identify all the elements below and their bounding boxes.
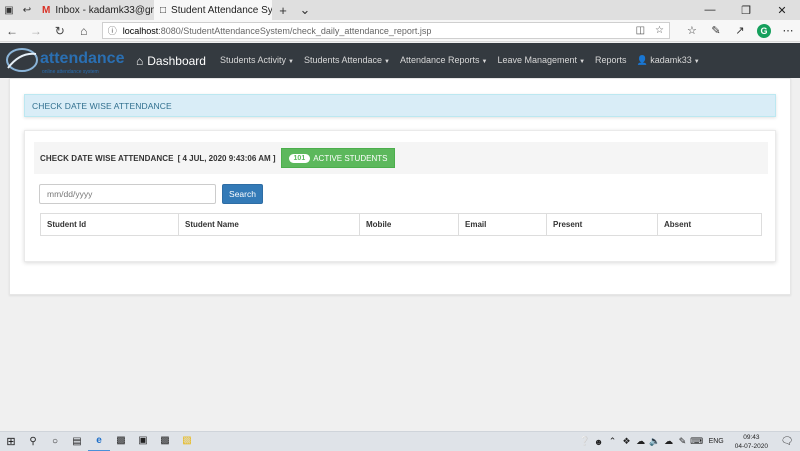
home-icon: ⌂ xyxy=(136,53,144,68)
network-icon[interactable]: ☁ xyxy=(662,436,676,447)
gmail-icon: M xyxy=(42,4,51,16)
active-students-label: ACTIVE STUDENTS xyxy=(313,153,388,163)
page-icon: □ xyxy=(160,4,167,16)
col-present: Present xyxy=(546,213,658,236)
active-count-badge: 101 xyxy=(288,153,311,163)
tab-title: Inbox - kadamk33@gmail.c xyxy=(55,4,154,16)
browser-toolbar: ← → ↻ ⌂ ⓘ localhost:8080/StudentAttendan… xyxy=(0,20,800,42)
more-icon[interactable]: ⋯ xyxy=(776,24,800,38)
clock-date: 04-07-2020 xyxy=(734,442,768,450)
nav-reports[interactable]: Reports xyxy=(595,55,627,66)
restore-icon[interactable]: ❐ xyxy=(728,4,764,17)
favorite-star-icon[interactable]: ☆ xyxy=(655,25,664,36)
nav-attendance-reports[interactable]: Attendance Reports ▼ xyxy=(400,55,488,66)
forward-icon[interactable]: → xyxy=(24,24,48,38)
clock[interactable]: 09:43 04-07-2020 xyxy=(735,433,768,451)
refresh-icon[interactable]: ↻ xyxy=(48,24,72,38)
windows-start-icon[interactable]: ⊞ xyxy=(0,432,22,451)
card-header: CHECK DATE WISE ATTENDANCE [ 4 JUL, 2020… xyxy=(34,142,768,174)
nav-leave-management[interactable]: Leave Management ▼ xyxy=(498,55,586,66)
back-icon[interactable]: ← xyxy=(0,24,24,38)
help-icon[interactable]: ❔ xyxy=(578,436,592,447)
col-student-name: Student Name xyxy=(178,213,360,236)
current-datetime: [ 4 JUL, 2020 9:43:06 AM ] xyxy=(177,153,276,163)
notifications-icon[interactable]: 🗨 xyxy=(774,436,800,447)
tab-title: Student Attendance Sys xyxy=(171,4,272,16)
reading-view-icon[interactable]: ◫ xyxy=(636,25,645,36)
minimize-icon[interactable]: — xyxy=(692,4,728,17)
tab-inbox[interactable]: M Inbox - kadamk33@gmail.c xyxy=(36,0,154,20)
page-heading-alert: CHECK DATE WISE ATTENDANCE xyxy=(24,94,776,117)
browser-tab-strip: ▣ ↩ M Inbox - kadamk33@gmail.c □ Student… xyxy=(0,0,800,20)
people-icon[interactable]: ☻ xyxy=(592,437,606,447)
nav-students-attendance[interactable]: Students Attendace ▼ xyxy=(304,55,390,66)
attendance-card: CHECK DATE WISE ATTENDANCE [ 4 JUL, 2020… xyxy=(24,130,776,262)
edge-taskbar-icon[interactable]: e xyxy=(88,432,110,451)
date-input[interactable] xyxy=(39,184,216,204)
browser-actions: ☆ ✎ ↗ G ⋯ xyxy=(680,23,800,38)
address-path: :8080/StudentAttendanceSystem/check_dail… xyxy=(158,25,432,36)
nav-user-menu[interactable]: 👤 kadamk33 ▼ xyxy=(637,55,700,66)
dashboard-link[interactable]: ⌂ Dashboard xyxy=(136,54,206,68)
new-tab-button[interactable]: + xyxy=(272,3,294,18)
clock-time: 09:43 xyxy=(743,433,760,441)
search-icon[interactable]: ⚲ xyxy=(22,432,44,451)
col-student-id: Student Id xyxy=(40,213,179,236)
dropbox-icon[interactable]: ❖ xyxy=(620,436,634,447)
volume-icon[interactable]: 🔈 xyxy=(648,436,662,447)
col-absent: Absent xyxy=(657,213,762,236)
home-icon[interactable]: ⌂ xyxy=(72,24,96,38)
file-explorer-icon[interactable]: ▧ xyxy=(176,432,198,451)
console-taskbar-icon[interactable]: ▩ xyxy=(154,432,176,451)
app-navbar: attendance online attendance system ⌂ Da… xyxy=(0,43,800,78)
tab-student-attendance[interactable]: □ Student Attendance Sys ✕ xyxy=(154,0,272,20)
task-view-icon[interactable]: ▤ xyxy=(66,432,88,451)
grammarly-icon[interactable]: G xyxy=(756,23,771,38)
app-taskbar-icon[interactable]: ▣ xyxy=(132,432,154,451)
keyboard-icon[interactable]: ⌨ xyxy=(690,436,704,447)
terminal-taskbar-icon[interactable]: ▩ xyxy=(110,432,132,451)
active-students-button[interactable]: 101 ACTIVE STUDENTS xyxy=(280,148,396,168)
nav-students-activity[interactable]: Students Activity ▼ xyxy=(220,55,294,66)
col-mobile: Mobile xyxy=(359,213,459,236)
favorites-icon[interactable]: ☆ xyxy=(680,24,704,38)
windows-taskbar: ⊞ ⚲ ○ ▤ e ▩ ▣ ▩ ▧ ❔ ☻ ⌃ ❖ ☁ 🔈 ☁ ✎ ⌨ ENG … xyxy=(0,431,800,451)
language-indicator[interactable]: ENG xyxy=(709,438,724,445)
address-bar[interactable]: ⓘ localhost:8080/StudentAttendanceSystem… xyxy=(101,22,670,39)
cortana-icon[interactable]: ○ xyxy=(44,432,66,451)
card-title: CHECK DATE WISE ATTENDANCE xyxy=(40,153,174,163)
share-icon[interactable]: ↗ xyxy=(728,24,752,38)
tab-list-button[interactable]: ⌄ xyxy=(294,2,316,18)
logo-subtext: online attendance system xyxy=(42,69,99,75)
attendance-logo[interactable]: attendance online attendance system xyxy=(4,43,130,78)
window-controls: — ❐ ✕ xyxy=(692,4,800,17)
pen-workspace-icon[interactable]: ✎ xyxy=(676,436,690,447)
tray-chevron-icon[interactable]: ⌃ xyxy=(606,436,620,447)
info-icon[interactable]: ⓘ xyxy=(108,24,117,37)
nav-menu: Students Activity ▼ Students Attendace ▼ A… xyxy=(220,55,710,66)
close-window-icon[interactable]: ✕ xyxy=(764,4,800,17)
dashboard-label: Dashboard xyxy=(147,53,206,68)
system-tray: ❔ ☻ ⌃ ❖ ☁ 🔈 ☁ ✎ ⌨ ENG 09:43 04-07-2020 🗨 xyxy=(578,433,800,451)
col-email: Email xyxy=(458,213,547,236)
address-host: localhost xyxy=(122,25,159,36)
search-button[interactable]: Search xyxy=(222,184,263,204)
logo-text: attendance xyxy=(40,50,125,67)
pen-icon[interactable]: ✎ xyxy=(704,24,728,38)
user-icon: 👤 xyxy=(636,55,648,65)
table-header-row: Student Id Student Name Mobile Email Pre… xyxy=(40,213,762,236)
tab-actions-icon[interactable]: ▣ xyxy=(0,0,18,20)
attendance-table: Student Id Student Name Mobile Email Pre… xyxy=(40,213,762,236)
onedrive-icon[interactable]: ☁ xyxy=(634,436,648,447)
set-aside-tabs-icon[interactable]: ↩ xyxy=(18,0,36,20)
